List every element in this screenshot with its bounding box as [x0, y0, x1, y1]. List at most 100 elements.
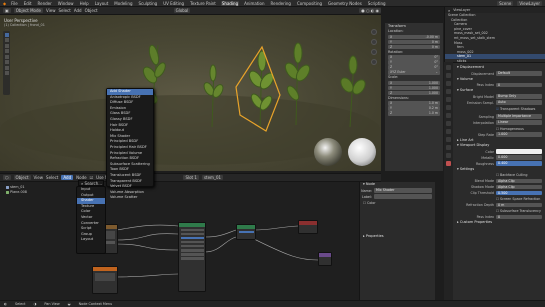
menu-edit[interactable]: Edit — [23, 1, 33, 6]
shader-item-principled-hair[interactable]: Principled Hair BSDF — [107, 145, 153, 151]
node-menu-view[interactable]: View — [34, 175, 44, 180]
workspace-tab-shading[interactable]: Shading — [220, 0, 240, 6]
displacement-dropdown[interactable]: Default — [496, 71, 542, 76]
sampling-dropdown[interactable]: Multiple Importance — [496, 114, 542, 119]
3d-viewport[interactable]: User Perspective (1) Collection | frond_… — [0, 15, 381, 171]
settings-pass-index-field[interactable]: 0 — [496, 214, 542, 220]
dimensions-z-field[interactable]: Z 1.0 m — [388, 111, 440, 116]
clip-threshold-field[interactable]: 0.500 — [496, 190, 542, 196]
scale-z-field[interactable]: Z 1.000 — [388, 90, 440, 95]
shadow-mode-dropdown[interactable]: Alpha Clip — [496, 184, 542, 190]
mix-shader-node[interactable] — [236, 224, 256, 240]
emission-dropdown[interactable]: Auto — [496, 100, 542, 105]
output-tab-icon[interactable] — [446, 81, 451, 86]
scale-y-field[interactable]: Y 1.000 — [388, 85, 440, 90]
scale-x-field[interactable]: X 1.000 — [388, 80, 440, 85]
blend-mode-dropdown[interactable]: Alpha Clip — [496, 178, 542, 184]
node-color-row[interactable]: ☐ Color — [360, 200, 435, 206]
rotation-y-field[interactable]: Y 0° — [388, 60, 440, 65]
outliner-filter-icon[interactable]: ⌕ — [448, 8, 450, 13]
viewport-shading-icons[interactable]: ● ○ ◐ ◉ — [359, 8, 381, 13]
rotation-z-field[interactable]: Z 0° — [388, 65, 440, 70]
viewport-color-swatch[interactable] — [496, 149, 542, 154]
step-rate-field[interactable]: 1.000 — [496, 132, 542, 137]
material-tab-icon[interactable] — [446, 161, 451, 166]
scene-selector[interactable]: Scene — [497, 0, 514, 6]
node-label-field[interactable] — [374, 194, 432, 199]
constraints-tab-icon[interactable] — [446, 145, 451, 150]
workspace-tab-compositing[interactable]: Compositing — [296, 1, 323, 6]
node-editor[interactable]: stem_01 Plane.008 — [0, 182, 381, 300]
custom-properties-section[interactable]: ▸ Custom Properties — [454, 220, 545, 226]
location-y-field[interactable]: Y0 m — [388, 39, 440, 44]
material-output-node[interactable] — [298, 220, 318, 234]
workspace-tab-texture-paint[interactable]: Texture Paint — [189, 1, 217, 6]
menu-render[interactable]: Render — [37, 1, 53, 6]
viewport-menu-select[interactable]: Select — [58, 8, 70, 13]
transform-panel: Transform Location: X -0.00 m Y0 m Z0 m R… — [384, 22, 444, 172]
shader-type-dropdown[interactable]: Object — [13, 175, 31, 180]
metallic-field[interactable]: 0.000 — [496, 155, 542, 160]
shader-item-volume-scatter[interactable]: Volume Scatter — [107, 195, 153, 201]
data-tab-icon[interactable] — [446, 153, 451, 158]
node-sidebar: ▾ Node Name: Mix Shader Label: ☐ Color ▸… — [359, 182, 435, 300]
image-texture-node-2[interactable] — [92, 266, 118, 294]
settings-pass-index-label: Pass Index — [476, 215, 494, 219]
rotation-mode-dropdown[interactable]: XYZ Euler ⌄ — [388, 70, 440, 75]
workspace-tab-animation[interactable]: Animation — [243, 1, 265, 6]
menu-help[interactable]: Help — [79, 1, 90, 6]
interpolation-dropdown[interactable]: Linear — [496, 120, 542, 125]
dimensions-y-field[interactable]: Y 0.2 m — [388, 106, 440, 111]
blender-logo-icon[interactable]: ◆ — [3, 1, 6, 6]
displacement-label: Displacement — [471, 71, 494, 76]
view-layer-selector[interactable]: ViewLayer — [517, 0, 542, 6]
node-menu-add[interactable]: Add — [61, 175, 74, 180]
workspace-tab-sculpting[interactable]: Sculpting — [138, 1, 159, 6]
tool-tab-icon[interactable] — [446, 65, 451, 70]
object-tab-icon[interactable] — [446, 113, 451, 118]
bsdf-node[interactable] — [178, 222, 206, 292]
refraction-depth-field[interactable]: 0 m — [496, 202, 542, 208]
menu-window[interactable]: Window — [57, 1, 75, 6]
location-z-field[interactable]: Z0 m — [388, 44, 440, 49]
editor-type-icon[interactable]: ▣ — [3, 8, 11, 13]
node-properties-header[interactable]: ▸ Properties — [360, 234, 435, 240]
workspace-tab-modeling[interactable]: Modeling — [113, 1, 133, 6]
properties-tabs — [444, 62, 453, 300]
dimensions-x-field[interactable]: X 1.0 m — [388, 101, 440, 106]
viewport-menu-add[interactable]: Add — [74, 8, 82, 13]
viewport-menu-object[interactable]: Object — [85, 8, 98, 13]
view-layer-tab-icon[interactable] — [446, 89, 451, 94]
world-tab-icon[interactable] — [446, 105, 451, 110]
object-mode-dropdown[interactable]: Object Mode — [13, 8, 43, 13]
material-name-field[interactable]: stem_01 — [201, 175, 224, 180]
bsdf-model-dropdown[interactable]: Bump Only — [496, 94, 542, 99]
location-x-field[interactable]: X -0.00 m — [388, 34, 440, 39]
workspace-tab-layout[interactable]: Layout — [94, 1, 110, 6]
displacement-node[interactable] — [318, 252, 332, 266]
outliner-view-layer[interactable]: ViewLayer — [453, 8, 470, 12]
particles-tab-icon[interactable] — [446, 129, 451, 134]
scene-tab-icon[interactable] — [446, 97, 451, 102]
modifier-tab-icon[interactable] — [446, 121, 451, 126]
workspace-tab-scripting[interactable]: Scripting — [367, 1, 387, 6]
transform-orientation-dropdown[interactable]: Global — [173, 8, 191, 13]
node-name-field[interactable]: Mix Shader — [374, 188, 432, 193]
node-editor-type-icon[interactable]: ⬡ — [3, 175, 11, 180]
render-tab-icon[interactable] — [446, 73, 451, 78]
physics-tab-icon[interactable] — [446, 137, 451, 142]
pass-index-field[interactable]: 0 — [496, 82, 542, 88]
workspace-tab-geometry-nodes[interactable]: Geometry Nodes — [327, 1, 363, 6]
menu-file[interactable]: File — [10, 1, 19, 6]
viewport-menu-view[interactable]: View — [46, 8, 56, 13]
workspace-tab-rendering[interactable]: Rendering — [270, 1, 292, 6]
backface-culling-label: Backface Culling — [500, 173, 528, 177]
transparent-shadows-label: Transparent Shadows — [500, 106, 536, 111]
color-label: Color — [485, 149, 494, 154]
node-menu-select[interactable]: Select — [46, 175, 58, 180]
category-layout[interactable]: Layout — [77, 237, 105, 243]
roughness-field[interactable]: 0.400 — [496, 161, 542, 166]
rotation-x-field[interactable]: X 0° — [388, 55, 440, 60]
workspace-tab-uv-editing[interactable]: UV Editing — [162, 1, 185, 6]
material-slot-dropdown[interactable]: Slot 1 — [183, 175, 199, 180]
